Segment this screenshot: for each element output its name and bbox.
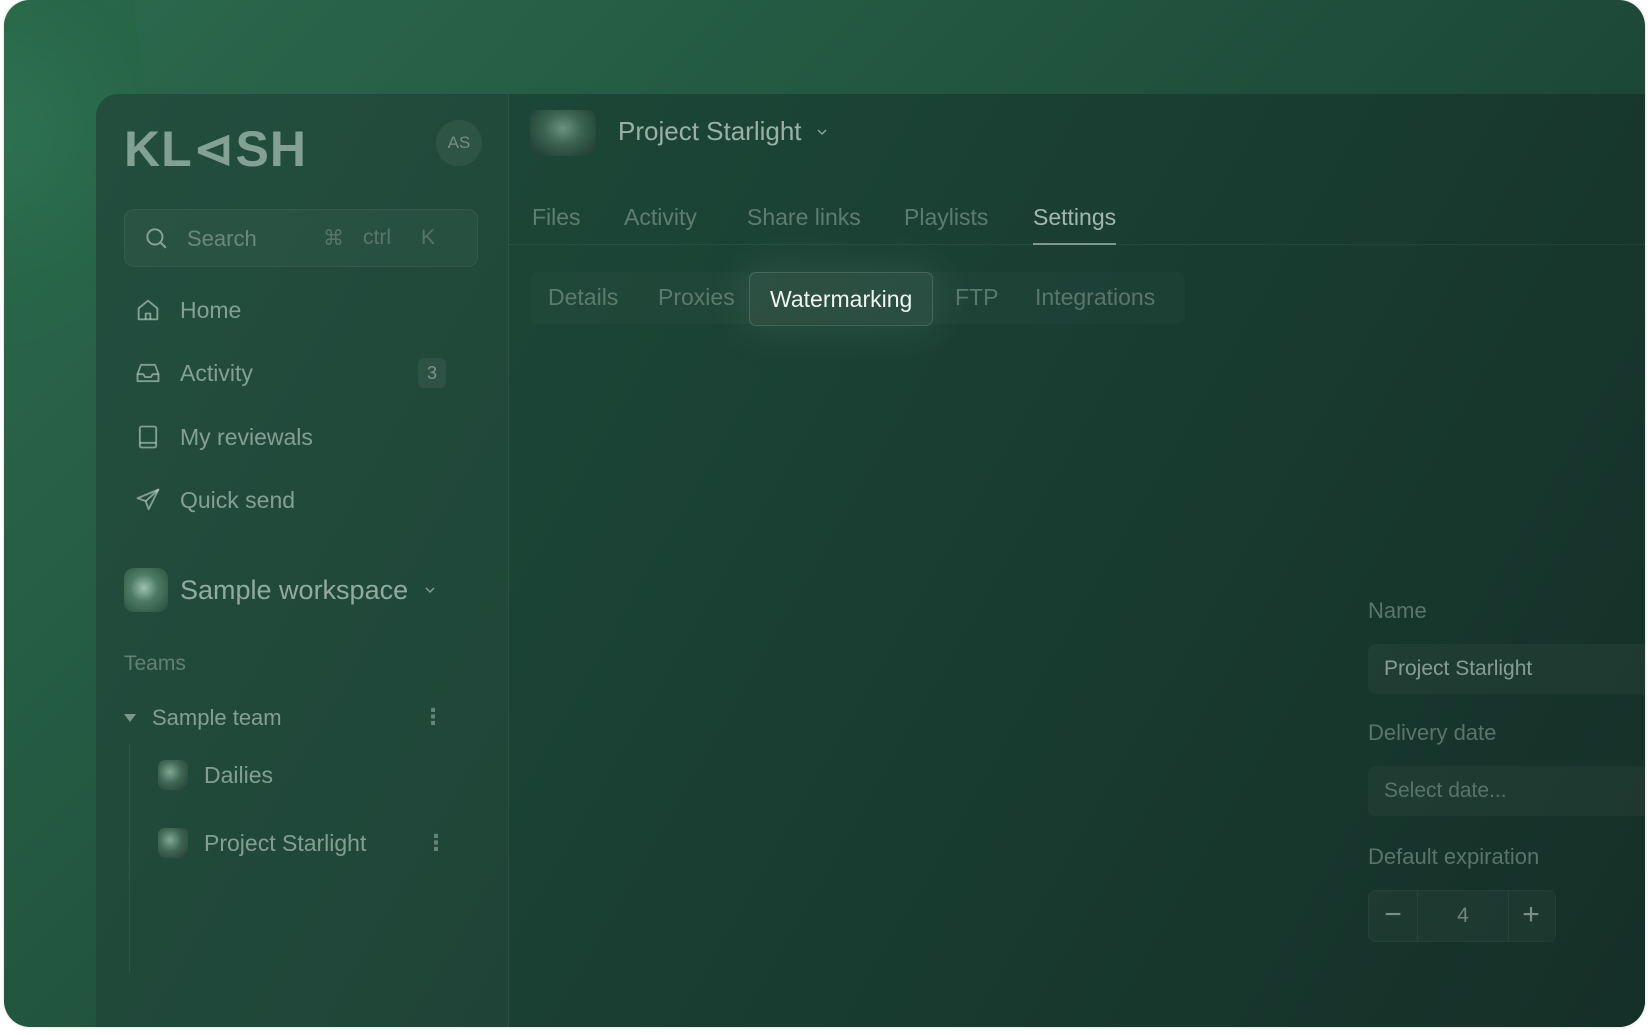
- nav-item-quick-send[interactable]: Quick send: [134, 480, 295, 520]
- project-more-options-icon[interactable]: ⋮: [425, 830, 447, 856]
- search-input[interactable]: Search ⌘ ctrl K: [124, 209, 478, 267]
- subtab-details[interactable]: Details: [548, 284, 618, 311]
- tab-activity[interactable]: Activity: [624, 204, 697, 231]
- nav-item-activity[interactable]: Activity: [134, 353, 253, 393]
- team-name: Sample team: [152, 705, 282, 730]
- project-item-dailies[interactable]: Dailies: [158, 760, 273, 790]
- project-thumbnail: [158, 760, 188, 790]
- user-avatar[interactable]: AS: [436, 120, 482, 166]
- project-thumbnail-large: [530, 110, 596, 156]
- home-icon: [137, 299, 159, 321]
- expiration-value[interactable]: 4: [1417, 891, 1509, 941]
- expiration-stepper: − 4 +: [1368, 890, 1556, 942]
- caret-down-icon: [124, 714, 136, 722]
- settings-subtabs: Details Proxies Watermarking FTP Integra…: [530, 272, 1185, 326]
- project-name: Project Starlight: [204, 829, 367, 856]
- default-expiration-label: Default expiration: [1368, 844, 1540, 869]
- search-icon: [143, 225, 169, 256]
- app-window: KL⊲SH AS Search ⌘ ctrl K Home Activity 3: [96, 94, 1645, 1027]
- project-name: Dailies: [204, 761, 274, 788]
- window-frame: KL⊲SH AS Search ⌘ ctrl K Home Activity 3: [4, 0, 1645, 1027]
- nav-item-label: Quick send: [180, 486, 296, 513]
- inbox-icon: [136, 363, 160, 383]
- tab-playlists[interactable]: Playlists: [904, 204, 988, 231]
- team-row-sample-team[interactable]: Sample team: [124, 700, 444, 736]
- workspace-logo-icon: [124, 568, 168, 612]
- delivery-date-picker[interactable]: Select date...: [1368, 766, 1645, 816]
- tree-guide-line: [129, 744, 130, 972]
- increment-button[interactable]: +: [1507, 891, 1555, 941]
- tab-settings[interactable]: Settings: [1033, 204, 1117, 245]
- nav-item-label: My reviewals: [180, 423, 313, 450]
- chevron-down-icon: [817, 128, 827, 135]
- subtab-ftp[interactable]: FTP: [955, 284, 998, 311]
- shortcut-ctrl-key: ctrl: [363, 226, 391, 249]
- subtab-watermarking[interactable]: Watermarking: [749, 272, 934, 326]
- nav-item-home[interactable]: Home: [134, 290, 241, 330]
- sidebar: KL⊲SH AS Search ⌘ ctrl K Home Activity 3: [96, 94, 509, 1027]
- team-more-options-icon[interactable]: ⋮: [422, 704, 444, 730]
- subtab-proxies[interactable]: Proxies: [658, 284, 735, 311]
- project-thumbnail: [158, 828, 188, 858]
- nav-item-my-reviewals[interactable]: My reviewals: [134, 417, 313, 457]
- nav-item-label: Home: [180, 296, 242, 323]
- brand-logo: KL⊲SH: [124, 121, 308, 177]
- book-icon: [138, 425, 158, 449]
- workspace-switcher[interactable]: Sample workspace: [124, 568, 438, 612]
- project-switcher[interactable]: Project Starlight: [618, 116, 830, 147]
- send-icon: [136, 488, 160, 511]
- shortcut-cmd-key: ⌘: [323, 227, 344, 250]
- name-label: Name: [1368, 598, 1427, 623]
- project-title: Project Starlight: [618, 116, 802, 146]
- chevron-down-icon: [425, 587, 435, 594]
- tab-files[interactable]: Files: [532, 204, 581, 231]
- project-item-project-starlight[interactable]: Project Starlight: [158, 828, 366, 858]
- search-placeholder: Search: [187, 226, 257, 251]
- delivery-date-label: Delivery date: [1368, 720, 1497, 745]
- decrement-button[interactable]: −: [1369, 891, 1417, 941]
- activity-count-badge: 3: [418, 358, 446, 388]
- teams-section-label: Teams: [124, 652, 186, 675]
- subtab-integrations[interactable]: Integrations: [1035, 284, 1155, 311]
- main-tabs: Files Activity Share links Playlists Set…: [508, 194, 1645, 245]
- shortcut-k-key: K: [421, 226, 436, 249]
- nav-item-label: Activity: [180, 359, 253, 386]
- tab-share-links[interactable]: Share links: [747, 204, 861, 231]
- workspace-name: Sample workspace: [180, 574, 409, 605]
- name-field[interactable]: Project Starlight: [1368, 644, 1645, 694]
